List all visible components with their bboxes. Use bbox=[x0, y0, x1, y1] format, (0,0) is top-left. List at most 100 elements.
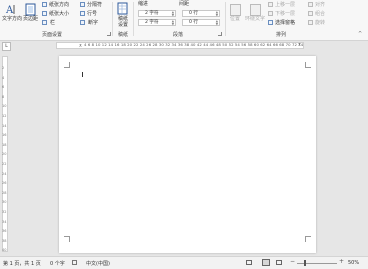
hyphenation-icon bbox=[80, 20, 85, 25]
zoom-slider-thumb[interactable] bbox=[304, 260, 306, 266]
spinner-icon[interactable]: ▲ ▼ bbox=[172, 11, 174, 17]
vertical-ruler-number: 30 bbox=[2, 200, 7, 205]
bring-forward-button[interactable]: 上移一层 bbox=[268, 1, 304, 9]
selection-pane-button[interactable]: 选择窗格 bbox=[268, 19, 304, 27]
orientation-button[interactable]: 纸张方向 bbox=[42, 1, 80, 9]
word-count[interactable]: 0 个字 bbox=[50, 260, 65, 267]
margin-corner-mark bbox=[305, 236, 311, 242]
text-direction-label: 文字方向 bbox=[2, 16, 23, 22]
divider bbox=[133, 2, 134, 36]
margin-corner-mark bbox=[305, 62, 311, 68]
spacing-before-input[interactable]: 0 行 ▲ ▼ bbox=[182, 10, 220, 17]
indent-left-value: 2 字符 bbox=[145, 11, 159, 16]
status-bar: 第 1 页，共 1 页 0 个字 中文(中国) − + 50% bbox=[0, 256, 368, 269]
line-numbers-label: 行号 bbox=[87, 11, 98, 17]
margins-label: 页边距 bbox=[23, 16, 39, 22]
vertical-ruler-number: 20 bbox=[2, 152, 7, 157]
rotate-label: 旋转 bbox=[315, 20, 326, 26]
align-label: 对齐 bbox=[315, 2, 326, 8]
rotate-icon bbox=[308, 20, 313, 25]
proofing-icon[interactable] bbox=[72, 260, 77, 265]
web-layout-icon[interactable] bbox=[276, 260, 282, 265]
language[interactable]: 中文(中国) bbox=[86, 260, 110, 267]
tab-selector-button[interactable]: L bbox=[2, 42, 11, 51]
margins-icon bbox=[25, 3, 36, 16]
spacing-after-input[interactable]: 0 行 ▲ ▼ bbox=[182, 19, 220, 26]
align-icon bbox=[308, 2, 313, 7]
send-backward-icon bbox=[268, 11, 273, 16]
manuscript-settings-button[interactable]: 稿纸 设置 bbox=[115, 1, 131, 29]
wrap-text-button[interactable]: 环绕文字 bbox=[245, 1, 265, 29]
vertical-ruler-number: 10 bbox=[2, 104, 7, 109]
indent-right-value: 2 字符 bbox=[145, 20, 159, 25]
group-icon bbox=[308, 11, 313, 16]
vertical-ruler-number: 2 bbox=[2, 66, 5, 70]
indent-left-input[interactable]: 2 字符 ▲ ▼ bbox=[138, 10, 176, 17]
selection-pane-icon bbox=[268, 20, 273, 25]
size-button[interactable]: 纸张大小 bbox=[42, 10, 80, 18]
zoom-level[interactable]: 50% bbox=[348, 260, 359, 266]
vertical-ruler-number: 6 bbox=[2, 85, 5, 90]
breaks-icon bbox=[80, 2, 85, 7]
columns-button[interactable]: 栏 bbox=[42, 19, 72, 27]
spacing-before-value: 0 行 bbox=[189, 11, 198, 16]
manuscript-icon bbox=[117, 2, 128, 15]
document-page[interactable] bbox=[59, 56, 316, 253]
spinner-icon[interactable]: ▲ ▼ bbox=[172, 20, 174, 26]
margin-corner-mark bbox=[64, 236, 70, 242]
align-button[interactable]: 对齐 bbox=[308, 1, 336, 9]
vertical-ruler-number: 18 bbox=[2, 142, 7, 147]
read-mode-icon[interactable] bbox=[246, 260, 252, 265]
bring-forward-icon bbox=[268, 2, 273, 7]
orientation-label: 纸张方向 bbox=[49, 2, 70, 8]
spacing-after-value: 0 行 bbox=[189, 20, 198, 25]
vertical-ruler-number: 4 bbox=[2, 75, 5, 80]
line-numbers-button[interactable]: 行号 bbox=[80, 10, 110, 18]
indent-right-input[interactable]: 2 字符 ▲ ▼ bbox=[138, 19, 176, 26]
zoom-in-icon[interactable]: + bbox=[339, 258, 344, 265]
position-button[interactable]: 位置 bbox=[228, 1, 242, 29]
send-backward-button[interactable]: 下移一层 bbox=[268, 10, 304, 18]
rotate-button[interactable]: 旋转 bbox=[308, 19, 336, 27]
vertical-ruler-number: 22 bbox=[2, 162, 7, 166]
page-info[interactable]: 第 1 页，共 1 页 bbox=[3, 260, 41, 267]
vertical-ruler-number: 12 bbox=[2, 114, 7, 118]
vertical-ruler-number: 24 bbox=[2, 171, 7, 176]
vertical-ruler-number: 38 bbox=[2, 238, 7, 243]
wrap-text-icon bbox=[250, 4, 261, 16]
text-direction-button[interactable]: A 文字方向 bbox=[2, 1, 23, 29]
zoom-out-icon[interactable]: − bbox=[290, 258, 295, 265]
vertical-ruler-number: 32 bbox=[2, 210, 7, 214]
text-direction-icon: A bbox=[5, 5, 15, 15]
breaks-label: 分隔符 bbox=[87, 2, 103, 8]
spinner-icon[interactable]: ▲ ▼ bbox=[216, 11, 218, 17]
wrap-text-label: 环绕文字 bbox=[245, 16, 266, 22]
vertical-ruler-number: 36 bbox=[2, 229, 7, 234]
position-label: 位置 bbox=[230, 16, 241, 22]
paragraph-group-label: 段落 bbox=[173, 32, 184, 38]
hyphenation-button[interactable]: 断字 bbox=[80, 19, 110, 27]
vertical-ruler-number: 28 bbox=[2, 190, 7, 195]
paragraph-launcher-icon[interactable] bbox=[218, 32, 222, 36]
size-label: 纸张大小 bbox=[49, 11, 70, 17]
line-numbers-icon bbox=[80, 11, 85, 16]
left-indent-marker-icon[interactable]: ⊼ bbox=[79, 43, 82, 48]
send-backward-label: 下移一层 bbox=[275, 11, 296, 17]
vertical-ruler-number: 16 bbox=[2, 133, 7, 138]
hyphenation-label: 断字 bbox=[88, 20, 99, 26]
text-cursor bbox=[82, 72, 83, 77]
print-layout-icon[interactable] bbox=[262, 259, 270, 266]
selection-pane-label: 选择窗格 bbox=[275, 20, 296, 26]
zoom-slider-track[interactable] bbox=[297, 263, 337, 264]
collapse-ribbon-icon[interactable]: ^ bbox=[358, 31, 362, 37]
horizontal-ruler[interactable]: L ⊼ 4 6 8 10 12 14 16 18 20 22 24 26 28 … bbox=[0, 41, 368, 51]
right-indent-marker-icon[interactable]: ⊼ bbox=[298, 42, 301, 47]
ruler-numbers: 4 6 8 10 12 14 16 18 20 22 24 26 28 30 3… bbox=[84, 42, 304, 47]
breaks-button[interactable]: 分隔符 bbox=[80, 1, 110, 9]
spinner-icon[interactable]: ▲ ▼ bbox=[216, 20, 218, 26]
columns-label: 栏 bbox=[50, 20, 56, 26]
vertical-ruler[interactable]: 2 4 6 8 10 12 14 16 18 20 22 24 26 28 30 32 34 36 38 40 bbox=[0, 52, 9, 252]
margins-button[interactable]: 页边距 bbox=[21, 1, 39, 29]
page-setup-launcher-icon[interactable] bbox=[107, 32, 111, 36]
group-button[interactable]: 组合 bbox=[308, 10, 336, 18]
